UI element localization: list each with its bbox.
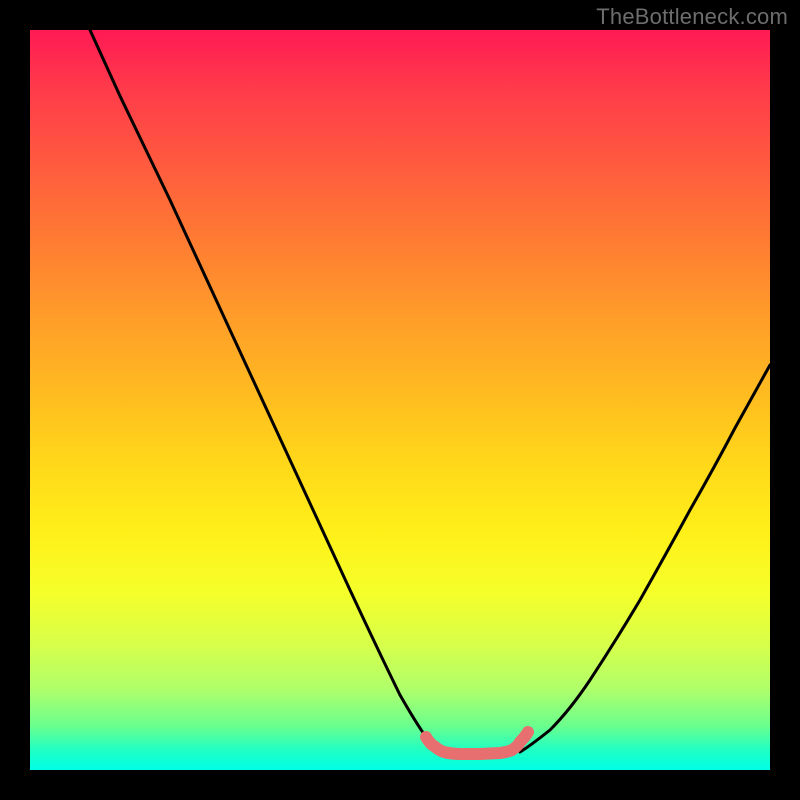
left-curve [90, 30, 445, 752]
chart-frame: TheBottleneck.com [0, 0, 800, 800]
watermark-text: TheBottleneck.com [596, 4, 788, 30]
right-curve [520, 365, 770, 752]
bottom-accent [426, 732, 528, 754]
chart-svg [30, 30, 770, 770]
plot-area [30, 30, 770, 770]
